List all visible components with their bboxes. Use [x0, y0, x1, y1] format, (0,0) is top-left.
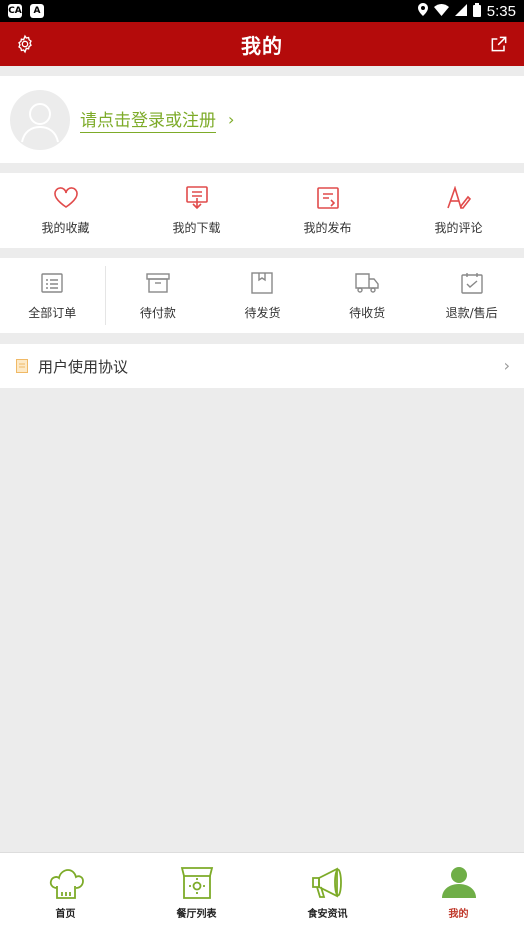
pending-shipment-button[interactable]: 待发货 — [210, 258, 315, 333]
comments-label: 我的评论 — [434, 221, 483, 235]
pending-payment-button[interactable]: 待付款 — [106, 258, 211, 333]
refund-aftersales-label: 退款/售后 — [445, 306, 498, 320]
publish-icon — [316, 187, 339, 209]
wifi-icon — [433, 3, 449, 19]
document-icon — [16, 359, 28, 373]
nav-food-safety-news[interactable]: 食安资讯 — [262, 853, 393, 930]
quick-actions: 我的收藏 我的下载 我的发布 我的评论 — [0, 173, 524, 248]
battery-icon — [472, 2, 481, 20]
refund-aftersales-button[interactable]: 退款/售后 — [419, 258, 524, 333]
nav-mine-label: 我的 — [448, 909, 469, 920]
nav-home-label: 首页 — [55, 909, 76, 920]
nav-food-safety-news-label: 食安资讯 — [307, 909, 348, 920]
downloads-button[interactable]: 我的下载 — [131, 173, 262, 248]
settings-button[interactable] — [13, 32, 37, 56]
pending-receipt-label: 待收货 — [349, 306, 386, 320]
favorites-button[interactable]: 我的收藏 — [0, 173, 131, 248]
chef-hat-icon — [49, 869, 84, 899]
comment-icon — [446, 186, 471, 209]
nav-restaurants-label: 餐厅列表 — [176, 909, 217, 920]
bottom-nav: 首页 餐厅列表 食安资讯 我的 — [0, 852, 524, 930]
user-icon — [441, 867, 476, 898]
chevron-right-icon: › — [503, 356, 510, 375]
status-right: 5:35 — [417, 2, 516, 20]
signal-icon — [454, 3, 467, 19]
pending-receipt-button[interactable]: 待收货 — [315, 258, 420, 333]
user-agreement-label: 用户使用协议 — [38, 357, 129, 376]
ca-icon: CA — [8, 4, 22, 18]
nav-mine[interactable]: 我的 — [393, 853, 524, 930]
restaurant-icon — [180, 867, 213, 899]
default-avatar-icon — [21, 102, 59, 142]
calendar-check-icon — [460, 273, 483, 294]
status-left-icons: CA A — [8, 4, 44, 18]
login-register-link[interactable]: 请点击登录或注册 — [80, 106, 216, 133]
publish-button[interactable]: 我的发布 — [262, 173, 393, 248]
app-header: 我的 — [0, 22, 524, 66]
all-orders-button[interactable]: 全部订单 — [0, 266, 106, 325]
profile-card[interactable]: 请点击登录或注册 › — [0, 76, 524, 163]
orders-section: 全部订单 待付款 待发货 待收货 退款/售后 — [0, 258, 524, 333]
nav-restaurants[interactable]: 餐厅列表 — [131, 853, 262, 930]
box-icon — [251, 272, 274, 294]
list-icon — [41, 273, 63, 293]
share-button[interactable] — [487, 32, 511, 56]
favorites-label: 我的收藏 — [41, 221, 90, 235]
wallet-icon — [146, 273, 170, 293]
publish-label: 我的发布 — [303, 221, 352, 235]
user-agreement-row[interactable]: 用户使用协议 › — [0, 344, 524, 388]
status-time: 5:35 — [486, 2, 516, 20]
share-icon — [491, 36, 507, 52]
comments-button[interactable]: 我的评论 — [393, 173, 524, 248]
avatar[interactable] — [10, 89, 70, 150]
truck-icon — [355, 273, 379, 293]
heart-icon — [53, 187, 78, 208]
a-icon: A — [30, 4, 44, 18]
gear-icon — [18, 34, 32, 54]
downloads-label: 我的下载 — [172, 221, 221, 235]
nav-home[interactable]: 首页 — [0, 853, 131, 930]
chevron-right-icon: › — [228, 110, 235, 129]
page-title: 我的 — [241, 33, 283, 58]
location-icon — [417, 3, 428, 19]
status-bar: CA A 5:35 — [0, 0, 524, 22]
pending-shipment-label: 待发货 — [244, 306, 281, 320]
megaphone-icon — [311, 867, 342, 898]
all-orders-label: 全部订单 — [28, 306, 77, 320]
download-icon — [185, 186, 208, 210]
pending-payment-label: 待付款 — [139, 306, 176, 320]
